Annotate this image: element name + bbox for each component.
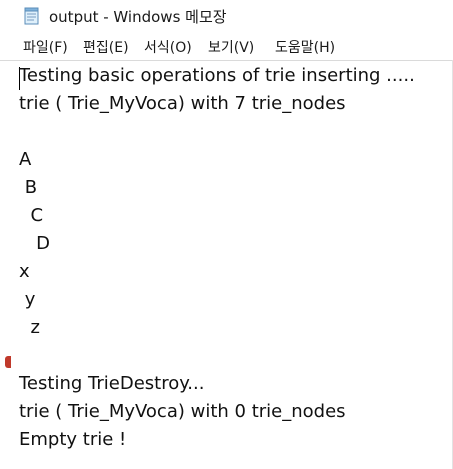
text-line: Testing TrieDestroy... (19, 373, 205, 394)
text-line: Empty trie ! (19, 429, 127, 450)
title-bar[interactable]: output - Windows 메모장 (0, 0, 453, 34)
menu-format[interactable]: 서식(O) (144, 37, 192, 57)
menu-bar: 파일(F) 편집(E) 서식(O) 보기(V) 도움말(H) (0, 34, 453, 60)
text-line: A (19, 149, 32, 170)
window-title: output - Windows 메모장 (49, 8, 227, 26)
text-editor[interactable]: Testing basic operations of trie inserti… (0, 60, 452, 469)
notepad-window: output - Windows 메모장 파일(F) 편집(E) 서식(O) 보… (0, 0, 453, 469)
menu-view[interactable]: 보기(V) (208, 37, 254, 57)
text-line: y (19, 289, 36, 310)
text-line: trie ( Trie_MyVoca) with 0 trie_nodes (19, 401, 346, 422)
margin-marker (5, 356, 11, 368)
text-line: D (19, 233, 51, 254)
text-line: B (19, 177, 38, 198)
text-line: trie ( Trie_MyVoca) with 7 trie_nodes (19, 93, 346, 114)
notepad-icon (24, 7, 41, 25)
text-line: C (19, 205, 44, 226)
text-line: Testing basic operations of trie inserti… (19, 65, 415, 86)
menu-file[interactable]: 파일(F) (23, 37, 68, 57)
text-line: x (19, 261, 30, 282)
menu-edit[interactable]: 편집(E) (83, 37, 129, 57)
text-line: z (19, 317, 40, 338)
menu-help[interactable]: 도움말(H) (275, 37, 335, 57)
